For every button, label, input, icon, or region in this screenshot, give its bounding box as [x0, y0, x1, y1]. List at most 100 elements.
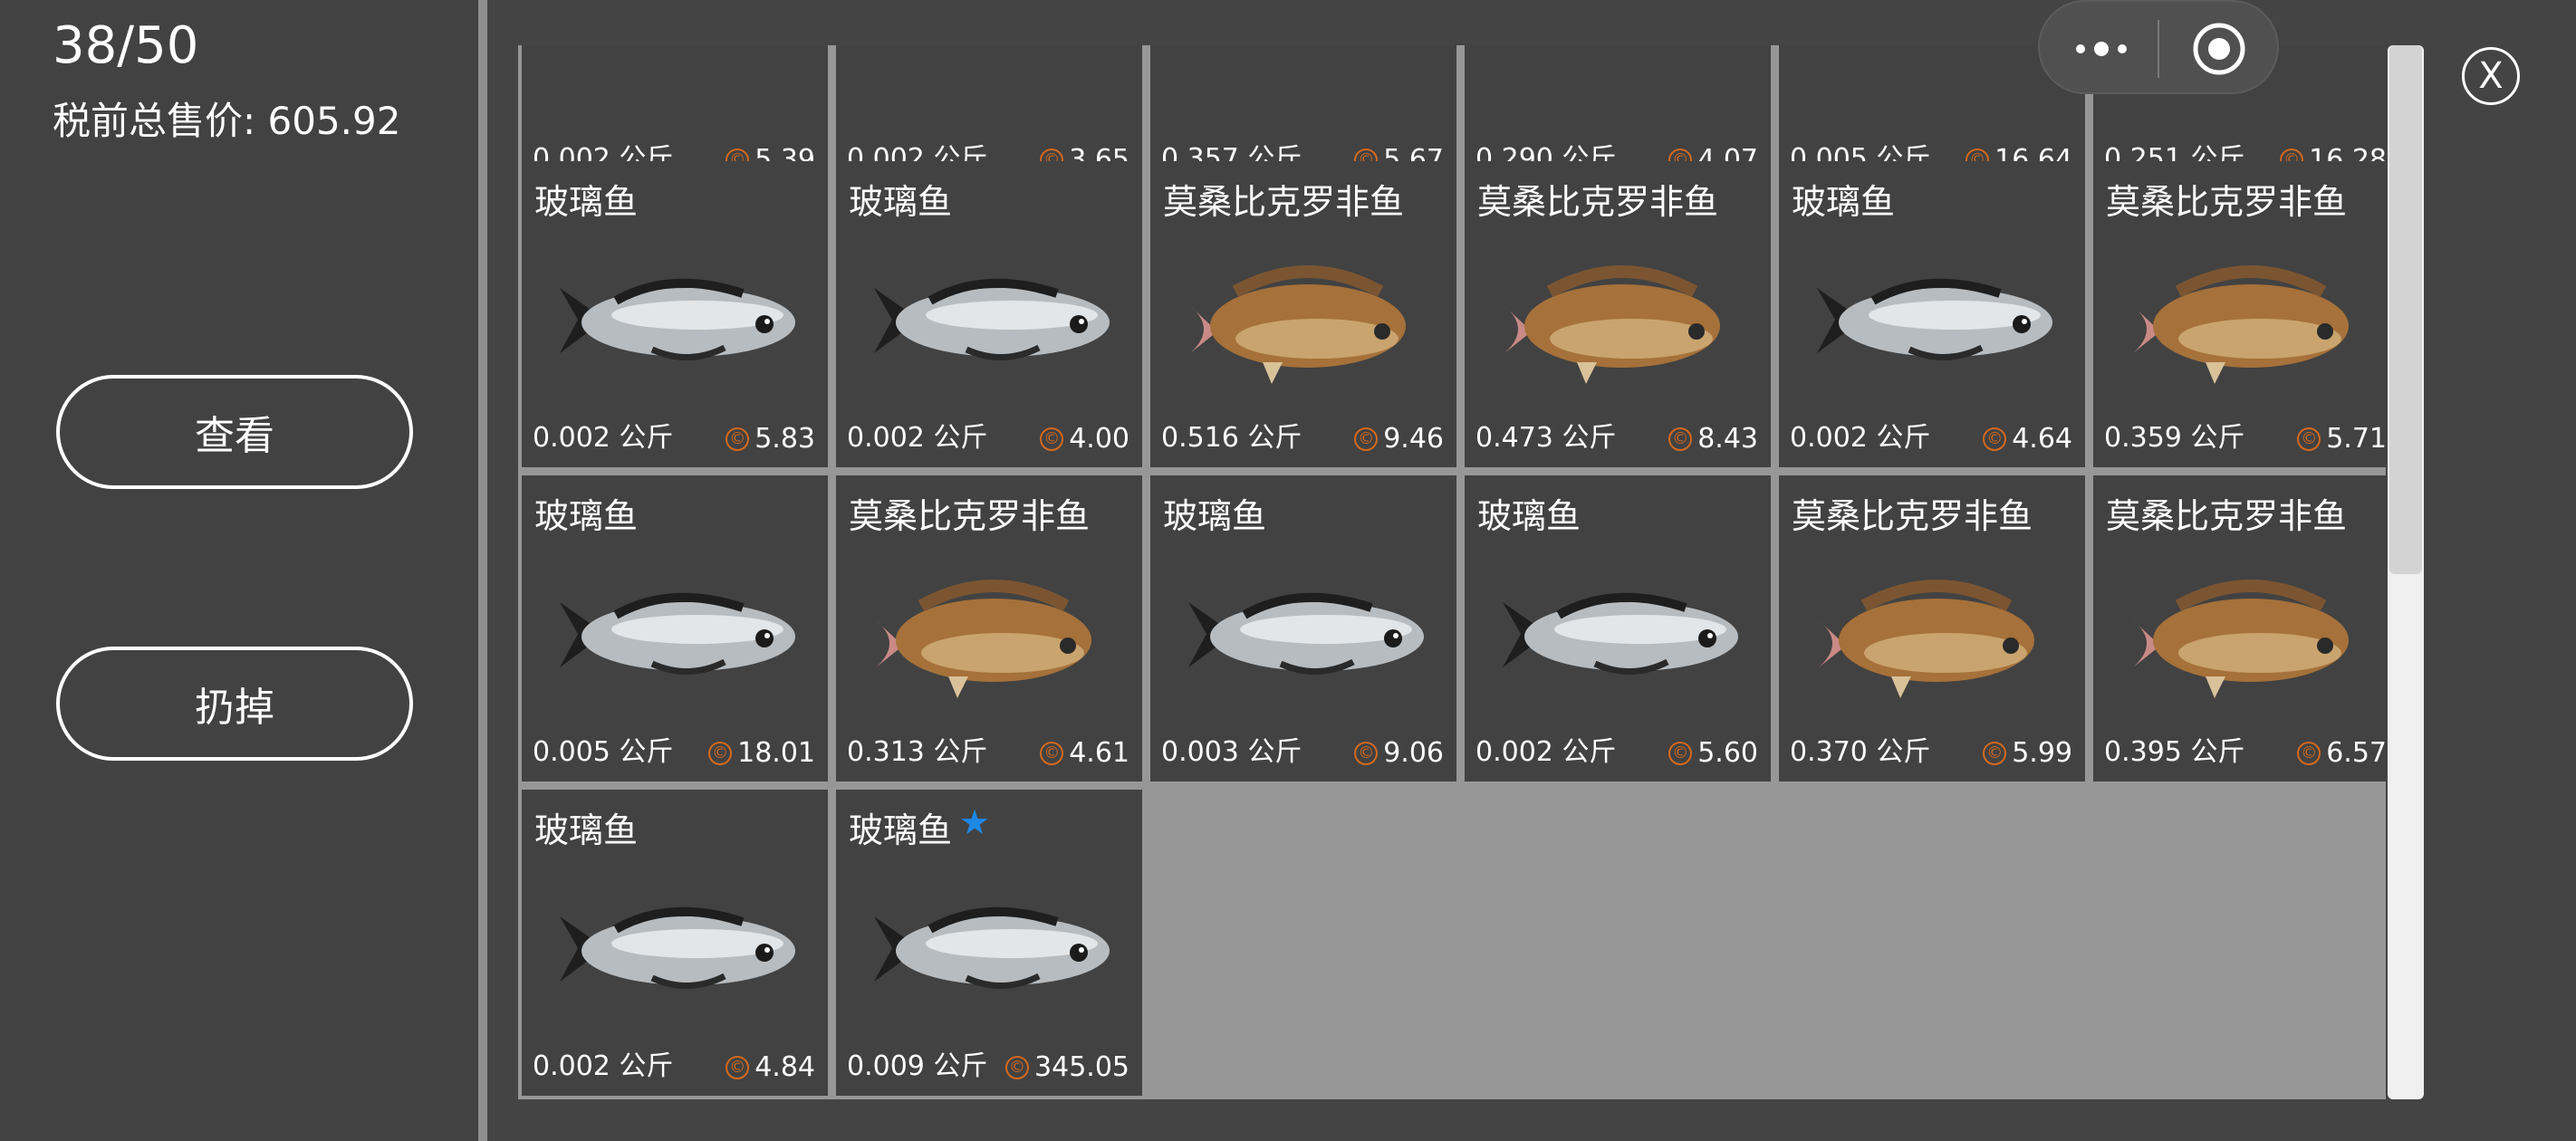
tilapia-icon	[876, 580, 1091, 698]
scrollbar-thumb[interactable]	[2389, 45, 2422, 574]
fish-weight: 0.009 公斤	[847, 1050, 988, 1082]
fish-price-value: 4.61	[1069, 737, 1129, 769]
fish-price-value: 5.83	[755, 423, 815, 455]
fish-price: © 4.61	[1040, 737, 1129, 769]
coin-icon: ©	[1983, 741, 2007, 765]
fish-card[interactable]: 玻璃鱼 0.002 公斤 © 5.60	[1465, 475, 1771, 781]
fish-price-value: 5.60	[1697, 737, 1758, 769]
tilapia-icon	[2133, 580, 2349, 698]
fish-price-value: 4.64	[2012, 423, 2072, 455]
fish-name: 玻璃鱼	[534, 496, 639, 536]
fish-price: © 9.46	[1354, 423, 1444, 455]
fish-card[interactable]: 莫桑比克罗非鱼 0.516 公斤 © 9.46	[1150, 161, 1456, 467]
fish-name: 莫桑比克罗非鱼	[849, 496, 1091, 536]
fish-name: 莫桑比克罗非鱼	[2106, 496, 2348, 536]
fish-card[interactable]: 玻璃鱼 0.002 公斤 © 5.83	[522, 161, 828, 467]
fish-price-value: 5.99	[2012, 737, 2072, 769]
fish-weight: 0.002 公斤	[1790, 422, 1931, 454]
total-price: 税前总售价: 605.92	[53, 99, 401, 143]
tilapia-icon	[1819, 580, 2034, 698]
inventory-count: 38/50	[53, 16, 199, 75]
glassfish-icon	[1817, 278, 2052, 360]
tilapia-icon	[1504, 265, 1720, 384]
glassfish-icon	[874, 906, 1110, 989]
fish-card[interactable]: 玻璃鱼 0.002 公斤 © 4.00	[836, 161, 1142, 467]
more-options-icon[interactable]	[2065, 25, 2138, 72]
fish-card[interactable]: 莫桑比克罗非鱼 0.473 公斤 © 8.43	[1465, 161, 1771, 467]
fish-weight: 0.002 公斤	[847, 422, 988, 454]
fish-name: 莫桑比克罗非鱼	[1163, 182, 1405, 222]
glassfish-icon	[560, 592, 795, 675]
view-button[interactable]: 查看	[56, 375, 413, 489]
fish-price: © 4.84	[726, 1051, 815, 1083]
fish-price: © 4.64	[1983, 423, 2072, 455]
close-miniprogram-icon[interactable]	[2192, 22, 2246, 76]
fish-weight: 0.370 公斤	[1790, 736, 1931, 768]
capsule-divider	[2158, 20, 2159, 78]
tilapia-icon	[1190, 265, 1406, 384]
fish-card[interactable]: 玻璃鱼 0.002 公斤 © 4.64	[1779, 161, 2085, 467]
panel-divider	[478, 0, 487, 1141]
coin-icon: ©	[726, 1055, 750, 1079]
fish-price: © 5.99	[1983, 737, 2072, 769]
fish-name: 玻璃鱼	[1792, 182, 1896, 222]
fish-card[interactable]: 玻璃鱼 0.002 公斤 © 4.84	[522, 790, 828, 1096]
inventory-grid[interactable]: 0.002 公斤 © 5.39 0.002 公斤 © 3.65 0.357 公斤…	[518, 45, 2386, 1099]
fish-card[interactable]: 莫桑比克罗非鱼 0.395 公斤 © 6.57	[2093, 475, 2386, 781]
fish-card[interactable]: 玻璃鱼 0.003 公斤 © 9.06	[1150, 475, 1456, 781]
fish-name: 莫桑比克罗非鱼	[2106, 182, 2348, 222]
coin-icon: ©	[726, 427, 750, 451]
left-panel: 38/50 税前总售价: 605.92 查看 扔掉	[0, 0, 478, 1141]
fish-weight: 0.002 公斤	[533, 1050, 674, 1082]
coin-icon: ©	[1983, 427, 2007, 451]
fish-weight: 0.005 公斤	[533, 736, 674, 768]
tilapia-icon	[2133, 265, 2349, 384]
fish-card[interactable]: 莫桑比克罗非鱼 0.359 公斤 © 5.71	[2093, 161, 2386, 467]
fish-name: 玻璃鱼	[849, 182, 953, 222]
fish-price: © 5.83	[726, 423, 815, 455]
coin-icon: ©	[1668, 427, 1693, 451]
coin-icon: ©	[1040, 741, 1064, 765]
fish-card[interactable]: 玻璃鱼 0.005 公斤 © 18.01	[522, 475, 828, 781]
fish-weight: 0.003 公斤	[1161, 736, 1302, 768]
coin-icon: ©	[708, 741, 733, 765]
coin-icon: ©	[2297, 741, 2321, 765]
glassfish-icon	[560, 906, 795, 989]
fish-weight: 0.002 公斤	[533, 422, 674, 454]
discard-button[interactable]: 扔掉	[56, 647, 413, 761]
fish-price: © 6.57	[2297, 737, 2386, 769]
fish-weight: 0.473 公斤	[1475, 422, 1617, 454]
fish-card[interactable]: 玻璃鱼 ★ 0.009 公斤 © 345.05	[836, 790, 1142, 1096]
fish-price: © 5.71	[2297, 423, 2386, 455]
fish-name: 莫桑比克罗非鱼	[1477, 182, 1719, 222]
fish-name: 玻璃鱼	[534, 810, 639, 850]
fish-weight: 0.395 公斤	[2104, 736, 2245, 768]
coin-icon: ©	[1040, 427, 1064, 451]
glassfish-icon	[1188, 592, 1424, 675]
fish-price-value: 18.01	[737, 737, 815, 769]
fish-price-value: 9.06	[1383, 737, 1444, 769]
fish-name: 玻璃鱼	[849, 810, 953, 850]
fish-price-value: 6.57	[2326, 737, 2386, 769]
fish-name: 玻璃鱼	[534, 182, 639, 222]
fish-price: © 9.06	[1354, 737, 1444, 769]
fish-price: © 345.05	[1005, 1051, 1129, 1083]
fish-weight: 0.002 公斤	[1475, 736, 1617, 768]
inventory-grid-content: 0.002 公斤 © 5.39 0.002 公斤 © 3.65 0.357 公斤…	[518, 45, 2386, 1099]
fish-price-value: 4.00	[1069, 423, 1129, 455]
fish-name: 玻璃鱼	[1477, 496, 1581, 536]
coin-icon: ©	[1354, 427, 1379, 451]
fish-name: 莫桑比克罗非鱼	[1792, 496, 2033, 536]
fish-price: © 8.43	[1668, 423, 1758, 455]
coin-icon: ©	[1005, 1055, 1030, 1079]
coin-icon: ©	[1668, 741, 1693, 765]
close-button[interactable]: X	[2462, 47, 2520, 105]
star-icon: ★	[959, 802, 991, 842]
miniprogram-capsule	[2038, 0, 2279, 94]
fish-price-value: 5.71	[2326, 423, 2386, 455]
fish-price-value: 8.43	[1697, 423, 1758, 455]
fish-card[interactable]: 莫桑比克罗非鱼 0.370 公斤 © 5.99	[1779, 475, 2085, 781]
fish-weight: 0.313 公斤	[847, 736, 988, 768]
fish-price-value: 4.84	[755, 1051, 815, 1083]
fish-card[interactable]: 莫桑比克罗非鱼 0.313 公斤 © 4.61	[836, 475, 1142, 781]
